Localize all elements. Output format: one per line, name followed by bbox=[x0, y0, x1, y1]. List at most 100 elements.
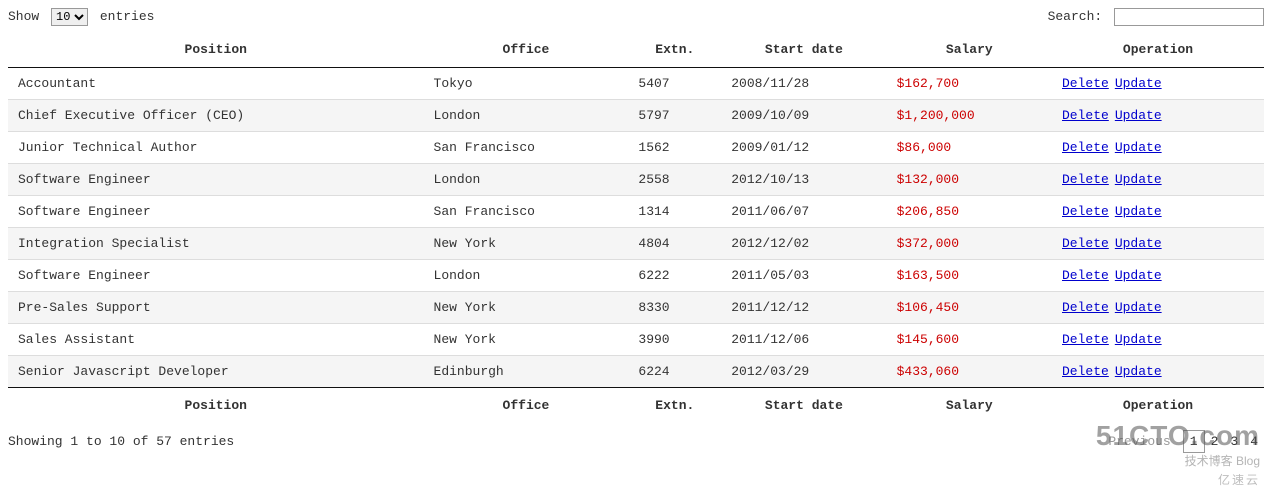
cell-office: New York bbox=[424, 292, 629, 324]
update-link[interactable]: Update bbox=[1115, 268, 1162, 283]
table-row: Junior Technical AuthorSan Francisco1562… bbox=[8, 132, 1264, 164]
cell-office: Edinburgh bbox=[424, 356, 629, 388]
search-control: Search: bbox=[1048, 8, 1264, 26]
cell-extn: 3990 bbox=[628, 324, 721, 356]
page-number[interactable]: 3 bbox=[1224, 431, 1244, 452]
cell-operation: Delete Update bbox=[1052, 356, 1264, 388]
search-input[interactable] bbox=[1114, 8, 1264, 26]
table-row: Software EngineerLondon25582012/10/13$13… bbox=[8, 164, 1264, 196]
pagination: Previous 1234 bbox=[1100, 431, 1264, 452]
delete-link[interactable]: Delete bbox=[1062, 204, 1109, 219]
cell-extn: 6224 bbox=[628, 356, 721, 388]
cell-position: Senior Javascript Developer bbox=[8, 356, 424, 388]
col-extn[interactable]: Extn. bbox=[628, 32, 721, 68]
cell-salary: $145,600 bbox=[887, 324, 1052, 356]
cell-start-date: 2012/10/13 bbox=[721, 164, 886, 196]
update-link[interactable]: Update bbox=[1115, 364, 1162, 379]
cell-operation: Delete Update bbox=[1052, 100, 1264, 132]
cell-operation: Delete Update bbox=[1052, 324, 1264, 356]
cell-extn: 1562 bbox=[628, 132, 721, 164]
col-start-date[interactable]: Start date bbox=[721, 32, 886, 68]
delete-link[interactable]: Delete bbox=[1062, 236, 1109, 251]
length-control: Show 10 entries bbox=[8, 8, 154, 26]
table-footer-row: Position Office Extn. Start date Salary … bbox=[8, 388, 1264, 424]
cell-start-date: 2008/11/28 bbox=[721, 68, 886, 100]
update-link[interactable]: Update bbox=[1115, 204, 1162, 219]
cell-operation: Delete Update bbox=[1052, 228, 1264, 260]
cell-position: Accountant bbox=[8, 68, 424, 100]
cell-start-date: 2009/01/12 bbox=[721, 132, 886, 164]
cell-office: London bbox=[424, 164, 629, 196]
col-position[interactable]: Position bbox=[8, 32, 424, 68]
cell-salary: $206,850 bbox=[887, 196, 1052, 228]
cell-salary: $132,000 bbox=[887, 164, 1052, 196]
cell-operation: Delete Update bbox=[1052, 260, 1264, 292]
delete-link[interactable]: Delete bbox=[1062, 108, 1109, 123]
update-link[interactable]: Update bbox=[1115, 300, 1162, 315]
cell-operation: Delete Update bbox=[1052, 292, 1264, 324]
table-header-row: Position Office Extn. Start date Salary … bbox=[8, 32, 1264, 68]
update-link[interactable]: Update bbox=[1115, 172, 1162, 187]
cell-operation: Delete Update bbox=[1052, 68, 1264, 100]
show-label-after: entries bbox=[100, 9, 155, 24]
info-text: Showing 1 to 10 of 57 entries bbox=[8, 434, 234, 449]
col-operation[interactable]: Operation bbox=[1052, 32, 1264, 68]
cell-position: Software Engineer bbox=[8, 164, 424, 196]
table-row: Pre-Sales SupportNew York83302011/12/12$… bbox=[8, 292, 1264, 324]
cell-salary: $433,060 bbox=[887, 356, 1052, 388]
cell-salary: $163,500 bbox=[887, 260, 1052, 292]
delete-link[interactable]: Delete bbox=[1062, 332, 1109, 347]
table-row: AccountantTokyo54072008/11/28$162,700Del… bbox=[8, 68, 1264, 100]
cell-operation: Delete Update bbox=[1052, 196, 1264, 228]
page-number[interactable]: 2 bbox=[1205, 431, 1225, 452]
cell-office: London bbox=[424, 100, 629, 132]
table-row: Senior Javascript DeveloperEdinburgh6224… bbox=[8, 356, 1264, 388]
delete-link[interactable]: Delete bbox=[1062, 268, 1109, 283]
cell-extn: 5797 bbox=[628, 100, 721, 132]
cell-office: New York bbox=[424, 228, 629, 260]
delete-link[interactable]: Delete bbox=[1062, 140, 1109, 155]
watermark-stamp: 亿速云 bbox=[1096, 471, 1260, 488]
cell-start-date: 2011/12/12 bbox=[721, 292, 886, 324]
delete-link[interactable]: Delete bbox=[1062, 76, 1109, 91]
update-link[interactable]: Update bbox=[1115, 76, 1162, 91]
datatable-bottom-bar: Showing 1 to 10 of 57 entries Previous 1… bbox=[8, 431, 1264, 452]
cell-salary: $162,700 bbox=[887, 68, 1052, 100]
col-office[interactable]: Office bbox=[424, 32, 629, 68]
cell-extn: 1314 bbox=[628, 196, 721, 228]
table-row: Software EngineerSan Francisco13142011/0… bbox=[8, 196, 1264, 228]
cell-start-date: 2011/12/06 bbox=[721, 324, 886, 356]
page-previous[interactable]: Previous bbox=[1100, 431, 1178, 452]
page-number[interactable]: 1 bbox=[1183, 430, 1205, 453]
cell-position: Sales Assistant bbox=[8, 324, 424, 356]
data-table: Position Office Extn. Start date Salary … bbox=[8, 32, 1264, 423]
cell-position: Pre-Sales Support bbox=[8, 292, 424, 324]
delete-link[interactable]: Delete bbox=[1062, 172, 1109, 187]
update-link[interactable]: Update bbox=[1115, 108, 1162, 123]
cell-start-date: 2011/05/03 bbox=[721, 260, 886, 292]
cell-position: Software Engineer bbox=[8, 196, 424, 228]
cell-start-date: 2009/10/09 bbox=[721, 100, 886, 132]
cell-start-date: 2012/12/02 bbox=[721, 228, 886, 260]
delete-link[interactable]: Delete bbox=[1062, 364, 1109, 379]
foot-extn: Extn. bbox=[628, 388, 721, 424]
foot-office: Office bbox=[424, 388, 629, 424]
cell-extn: 8330 bbox=[628, 292, 721, 324]
col-salary[interactable]: Salary bbox=[887, 32, 1052, 68]
update-link[interactable]: Update bbox=[1115, 332, 1162, 347]
cell-office: San Francisco bbox=[424, 132, 629, 164]
update-link[interactable]: Update bbox=[1115, 140, 1162, 155]
cell-start-date: 2011/06/07 bbox=[721, 196, 886, 228]
cell-extn: 6222 bbox=[628, 260, 721, 292]
table-row: Sales AssistantNew York39902011/12/06$14… bbox=[8, 324, 1264, 356]
delete-link[interactable]: Delete bbox=[1062, 300, 1109, 315]
cell-salary: $86,000 bbox=[887, 132, 1052, 164]
foot-position: Position bbox=[8, 388, 424, 424]
page-size-select[interactable]: 10 bbox=[51, 8, 88, 26]
cell-office: New York bbox=[424, 324, 629, 356]
page-number[interactable]: 4 bbox=[1244, 431, 1264, 452]
cell-office: San Francisco bbox=[424, 196, 629, 228]
table-row: Integration SpecialistNew York48042012/1… bbox=[8, 228, 1264, 260]
update-link[interactable]: Update bbox=[1115, 236, 1162, 251]
cell-start-date: 2012/03/29 bbox=[721, 356, 886, 388]
